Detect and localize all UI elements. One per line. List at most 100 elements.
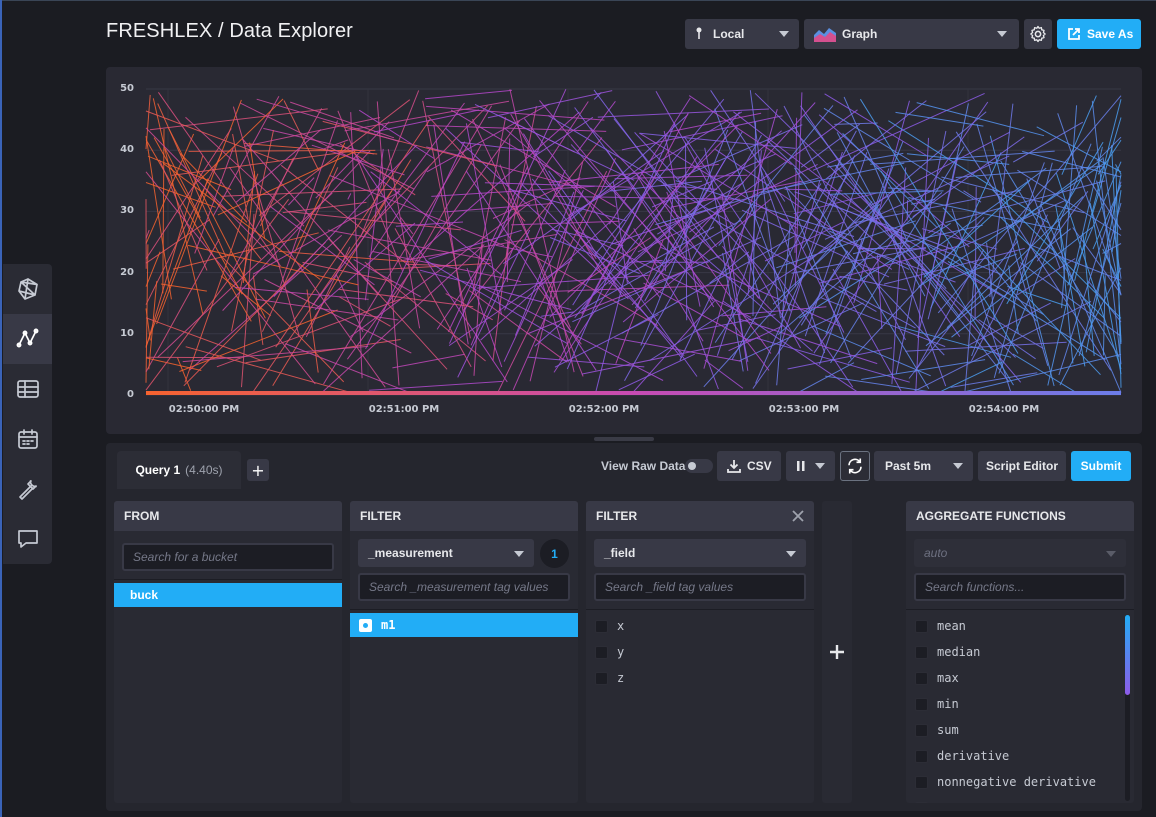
nav-item-dashboards[interactable]: [3, 364, 52, 414]
filter-header: FILTER: [350, 501, 578, 531]
measurement-search-input[interactable]: Search _measurement tag values: [358, 573, 570, 601]
checkbox-checked: [359, 618, 372, 632]
aggregate-function-item[interactable]: max: [915, 667, 959, 689]
side-nav: [3, 264, 52, 564]
chevron-down-icon: [514, 551, 524, 557]
field-item[interactable]: x: [595, 615, 624, 637]
view-type-dropdown[interactable]: Graph: [804, 19, 1019, 49]
aggregate-function-item[interactable]: derivative: [915, 745, 1009, 767]
checkbox[interactable]: [915, 801, 928, 803]
left-accent-rail: [0, 0, 2, 817]
source-dropdown[interactable]: Local: [685, 19, 799, 49]
scrollbar-thumb[interactable]: [1125, 615, 1130, 695]
field-search-input[interactable]: Search _field tag values: [594, 573, 806, 601]
series-line: [466, 267, 503, 368]
series-line: [347, 193, 352, 200]
series-line: [843, 96, 908, 242]
checkbox[interactable]: [915, 671, 928, 685]
checkbox[interactable]: [915, 697, 928, 711]
save-as-label: Save As: [1087, 27, 1134, 41]
checkbox[interactable]: [915, 723, 928, 737]
aggregate-function-label: derivative: [937, 749, 1010, 763]
series-line: [294, 142, 346, 252]
series-lines: [145, 88, 1122, 396]
chevron-down-icon: [815, 463, 825, 469]
csv-button[interactable]: CSV: [717, 451, 781, 481]
nav-item-settings[interactable]: [3, 464, 52, 514]
source-label: Local: [713, 27, 745, 41]
bucket-search-input[interactable]: Search for a bucket: [122, 543, 334, 571]
aggregate-function-item[interactable]: sum: [915, 719, 959, 741]
aggregate-function-item[interactable]: min: [915, 693, 959, 715]
view-raw-data-label: View Raw Data: [601, 459, 686, 473]
close-icon[interactable]: [792, 510, 804, 522]
series-line: [820, 297, 946, 348]
series-line: [315, 121, 390, 199]
field-item-label: z: [617, 671, 625, 685]
aggregate-function-item[interactable]: mean: [915, 615, 966, 637]
nav-item-data-explorer[interactable]: [3, 314, 52, 364]
csv-label: CSV: [747, 459, 772, 473]
plus-icon: +: [251, 460, 265, 480]
series-line: [145, 152, 223, 305]
view-raw-data-toggle[interactable]: [685, 459, 713, 473]
add-query-button[interactable]: +: [247, 459, 269, 481]
series-line: [179, 153, 248, 223]
series-line: [784, 188, 843, 192]
aggregate-function-label: median: [937, 645, 981, 659]
series-line: [235, 129, 322, 203]
pin-icon: [696, 27, 702, 39]
measurement-key-dropdown[interactable]: _measurement: [358, 539, 534, 567]
aggregate-function-item[interactable]: nonnegative derivative: [915, 771, 1096, 793]
filter-panel-field: FILTER _field Search _field tag values x…: [586, 501, 814, 803]
nav-item-feedback[interactable]: [3, 514, 52, 564]
checkbox[interactable]: [915, 775, 928, 789]
series-line: [897, 325, 1012, 358]
tasks-icon: [17, 429, 38, 449]
graph-type-icon: [814, 28, 836, 42]
aggregate-function-item-partial[interactable]: [915, 797, 937, 803]
resize-handle[interactable]: [594, 437, 654, 441]
time-range-dropdown[interactable]: Past 5m: [874, 451, 973, 481]
field-item[interactable]: z: [595, 667, 624, 689]
checkbox[interactable]: [915, 749, 928, 763]
series-line: [425, 89, 513, 100]
field-item[interactable]: y: [595, 641, 624, 663]
measurement-item-selected[interactable]: m1: [350, 613, 578, 637]
dashboards-icon: [16, 380, 39, 398]
page-title: FRESHLEX / Data Explorer: [106, 20, 353, 42]
script-editor-button[interactable]: Script Editor: [978, 451, 1066, 481]
pause-dropdown[interactable]: [786, 451, 835, 481]
x-tick-label: 02:53:00 PM: [768, 404, 840, 415]
save-as-button[interactable]: Save As: [1057, 19, 1141, 49]
line-chart[interactable]: [106, 67, 1142, 434]
nav-item-tasks[interactable]: [3, 414, 52, 464]
tab-query-1[interactable]: Query 1 (4.40s): [117, 451, 241, 489]
checkbox[interactable]: [595, 619, 608, 633]
data-explorer-icon: [16, 328, 38, 348]
graph-panel: 50 40 30 20 10 0 02:50:00 PM 02:51:00 PM 02:52:…: [106, 67, 1142, 434]
panel-divider: [586, 609, 814, 610]
scrollbar-track[interactable]: [1125, 615, 1130, 801]
y-tick-label: 10: [120, 327, 134, 339]
aggregate-function-item[interactable]: median: [915, 641, 980, 663]
submit-button[interactable]: Submit: [1071, 451, 1131, 481]
series-line: [157, 92, 281, 267]
series-line: [279, 120, 338, 287]
series-line: [322, 244, 485, 392]
bucket-item-selected[interactable]: buck: [114, 583, 342, 607]
checkbox[interactable]: [595, 645, 608, 659]
series-line: [608, 97, 691, 225]
series-line: [405, 263, 451, 267]
add-filter-column[interactable]: [822, 501, 852, 803]
checkbox[interactable]: [915, 645, 928, 659]
aggregate-function-label: nonnegative derivative: [937, 775, 1096, 789]
x-tick-label: 02:54:00 PM: [968, 404, 1040, 415]
field-key-dropdown[interactable]: _field: [594, 539, 806, 567]
nav-item-data[interactable]: [3, 264, 52, 314]
refresh-button[interactable]: [840, 451, 870, 481]
checkbox[interactable]: [915, 619, 928, 633]
chevron-down-icon: [779, 31, 789, 37]
settings-button[interactable]: [1024, 19, 1052, 49]
checkbox[interactable]: [595, 671, 608, 685]
